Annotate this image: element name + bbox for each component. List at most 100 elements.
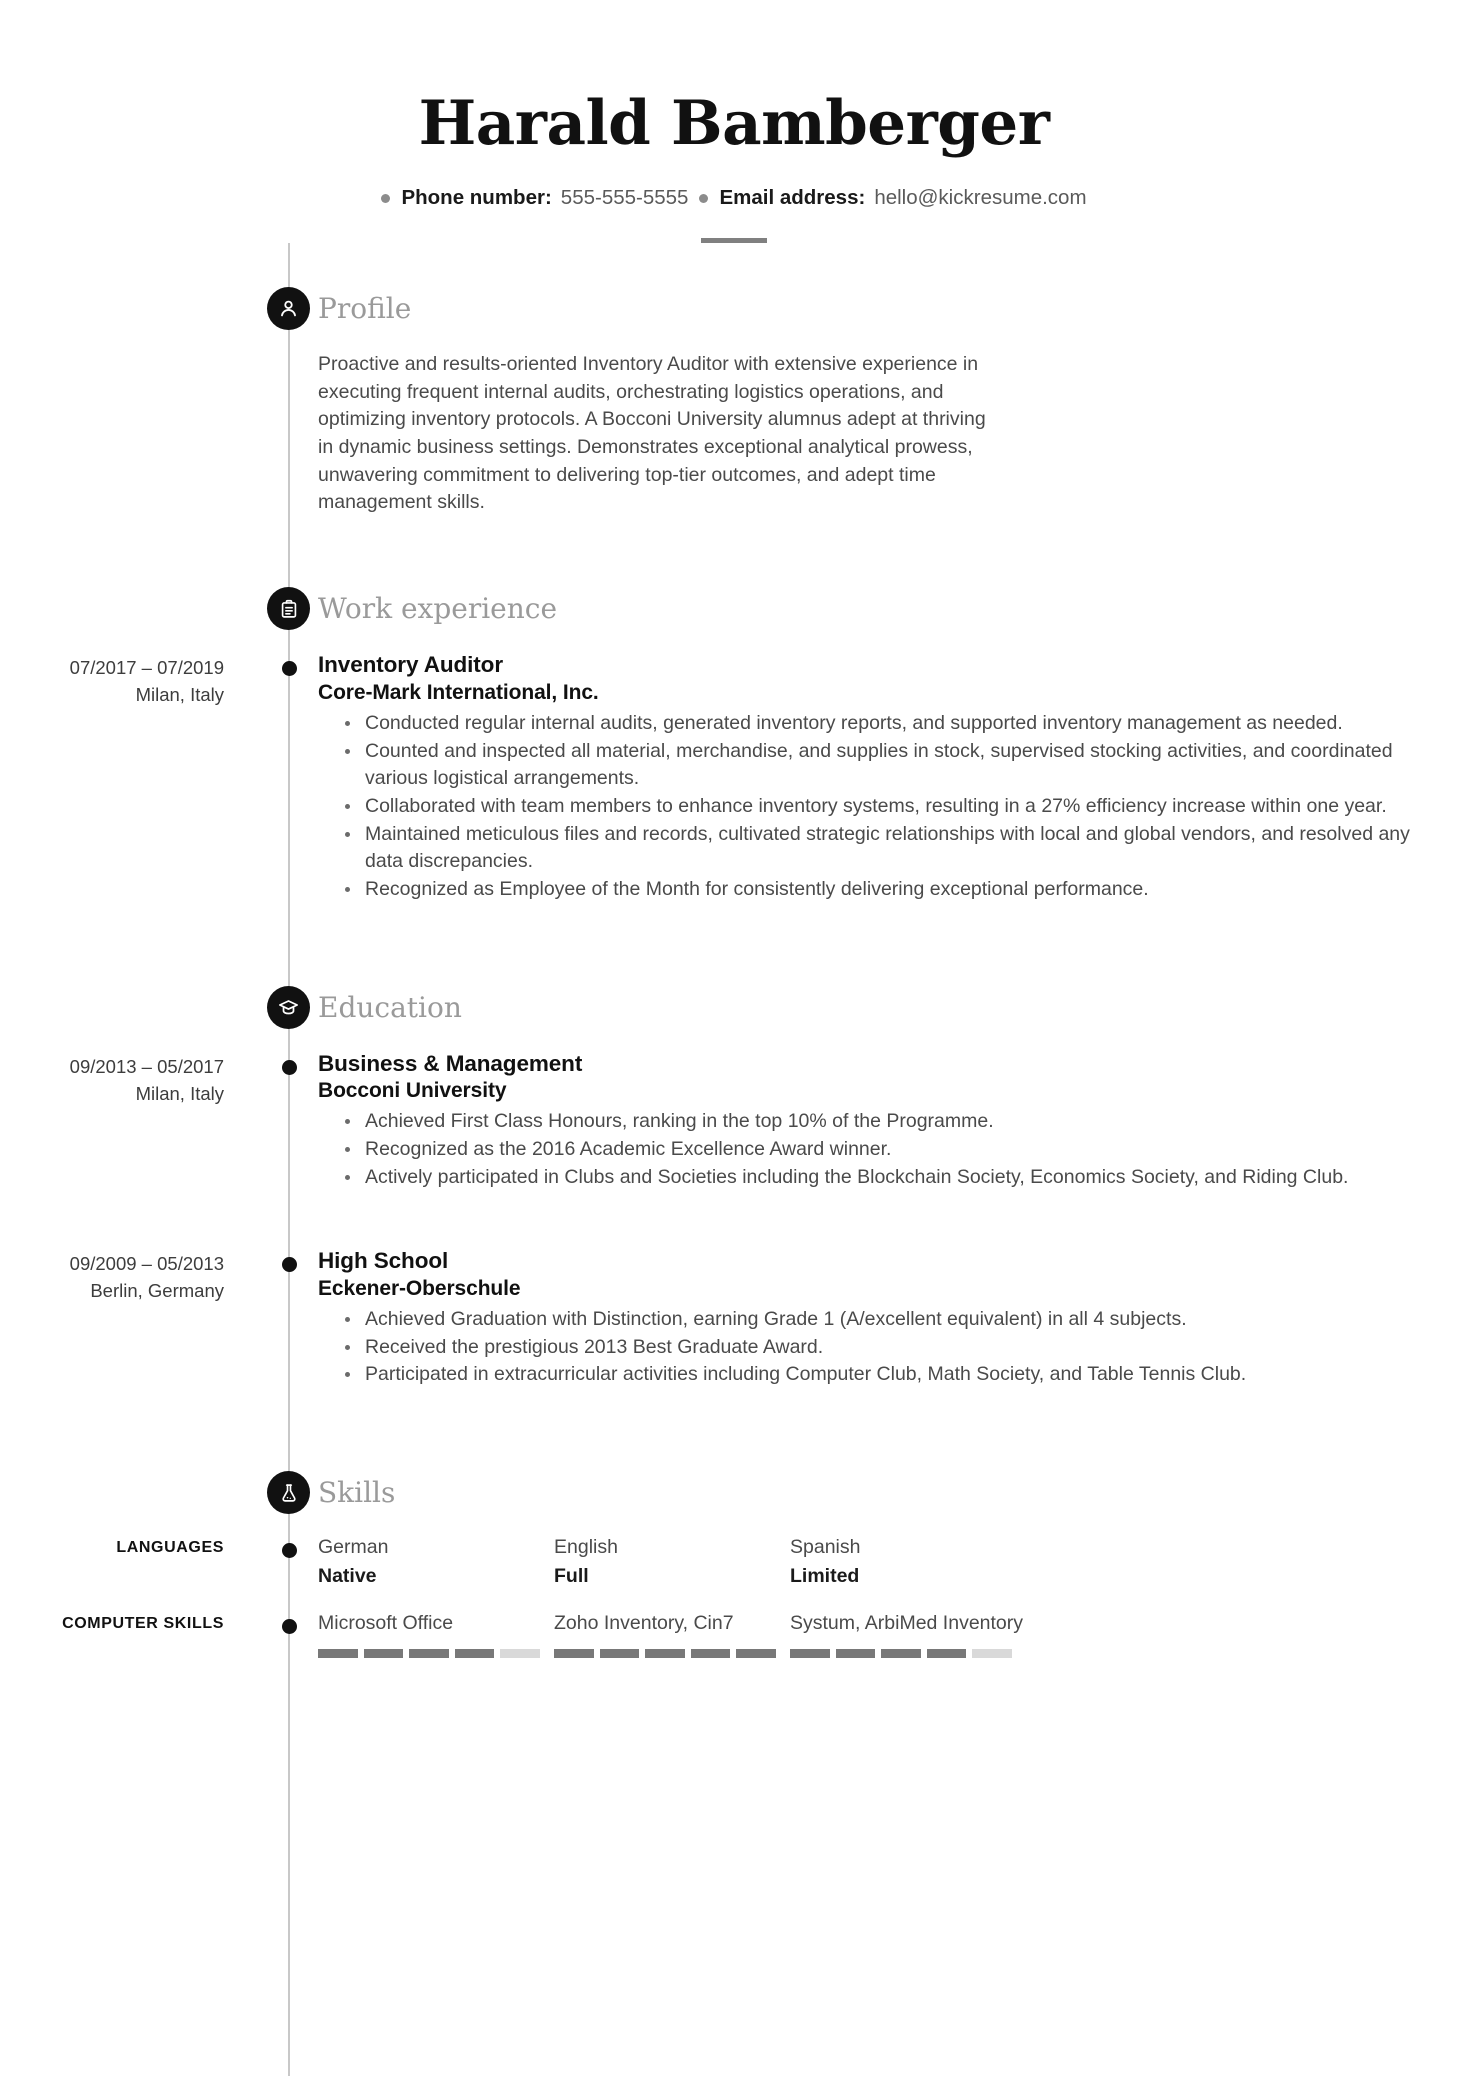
skill-rating-segment bbox=[554, 1649, 594, 1659]
language-name: Spanish bbox=[790, 1536, 861, 1559]
list-item: Received the prestigious 2013 Best Gradu… bbox=[342, 1334, 1436, 1362]
computer-skill-name: Zoho Inventory, Cin7 bbox=[554, 1611, 734, 1634]
work-entry-date: 07/2017 – 07/2019 bbox=[69, 657, 224, 679]
language-level: Native bbox=[318, 1564, 377, 1587]
computer-skill-name: Systum, ArbiMed Inventory bbox=[790, 1611, 1024, 1634]
skill-rating-bar bbox=[790, 1649, 1012, 1659]
skill-rating-segment bbox=[409, 1649, 449, 1659]
phone-label: Phone number: bbox=[401, 186, 552, 210]
work-entry: 07/2017 – 07/2019 Milan, Italy Inventory… bbox=[0, 651, 1468, 904]
skill-rating-segment bbox=[926, 1649, 967, 1659]
language-name: English bbox=[554, 1536, 618, 1559]
education-entry-body: Business & Management Bocconi University… bbox=[260, 1050, 1468, 1192]
resume-header: Harald Bamberger Phone number: 555-555-5… bbox=[0, 0, 1468, 244]
education-entry-location: Milan, Italy bbox=[135, 1082, 224, 1104]
page-title: Harald Bamberger bbox=[418, 88, 1050, 159]
skill-rating-segment bbox=[645, 1649, 685, 1659]
person-icon bbox=[267, 287, 310, 331]
briefcase-icon bbox=[267, 587, 310, 631]
skill-rating-segment bbox=[972, 1649, 1012, 1659]
bullet-separator-icon bbox=[699, 193, 709, 203]
list-item: Recognized as Employee of the Month for … bbox=[342, 876, 1436, 904]
work-entry-bullets: Conducted regular internal audits, gener… bbox=[318, 710, 1436, 904]
languages-row: LANGUAGES German Native English Full Spa… bbox=[0, 1535, 1468, 1589]
work-entry-company: Core-Mark International, Inc. bbox=[318, 680, 599, 704]
skill-rating-segment bbox=[500, 1649, 540, 1659]
section-header-profile: Profile bbox=[0, 287, 1468, 331]
computer-skill-item: Zoho Inventory, Cin7 bbox=[554, 1611, 790, 1659]
section-header-education: Education bbox=[0, 985, 1468, 1030]
languages-columns: German Native English Full Spanish Limit… bbox=[260, 1535, 1468, 1589]
skill-rating-segment bbox=[881, 1649, 921, 1659]
skill-rating-segment bbox=[454, 1649, 495, 1659]
education-entry-meta: 09/2013 – 05/2017 Milan, Italy bbox=[0, 1050, 260, 1192]
bullet-separator-icon bbox=[381, 193, 391, 203]
language-item: English Full bbox=[554, 1535, 790, 1589]
computer-skills-columns: Microsoft Office Zoho Inventory, Cin7 Sy… bbox=[260, 1611, 1468, 1659]
computer-skills-label: COMPUTER SKILLS bbox=[62, 1614, 224, 1632]
list-item: Conducted regular internal audits, gener… bbox=[342, 710, 1436, 738]
skill-rating-segment bbox=[599, 1649, 640, 1659]
list-item: Maintained meticulous files and records,… bbox=[342, 821, 1436, 876]
work-entry-body: Inventory Auditor Core-Mark Internationa… bbox=[260, 651, 1468, 904]
profile-text: Proactive and results-oriented Inventory… bbox=[318, 353, 986, 514]
section-header-work: Work experience bbox=[0, 587, 1468, 631]
section-title-skills: Skills bbox=[318, 1476, 396, 1510]
skill-rating-segment bbox=[835, 1649, 876, 1659]
education-entry-meta: 09/2009 – 05/2013 Berlin, Germany bbox=[0, 1247, 260, 1389]
education-entry-body: High School Eckener-Oberschule Achieved … bbox=[260, 1247, 1468, 1389]
language-level: Limited bbox=[790, 1564, 860, 1587]
list-item: Achieved Graduation with Distinction, ea… bbox=[342, 1306, 1436, 1334]
contact-line: Phone number: 555-555-5555 Email address… bbox=[0, 186, 1468, 210]
skill-rating-segment bbox=[318, 1649, 358, 1659]
skill-rating-bar bbox=[318, 1649, 540, 1659]
language-name: German bbox=[318, 1536, 389, 1559]
education-entry-date: 09/2013 – 05/2017 bbox=[69, 1055, 224, 1077]
education-entry-school: Bocconi University bbox=[318, 1079, 507, 1103]
education-entry: 09/2009 – 05/2013 Berlin, Germany High S… bbox=[0, 1247, 1468, 1389]
list-item: Actively participated in Clubs and Socie… bbox=[342, 1164, 1436, 1192]
email-label: Email address: bbox=[719, 186, 866, 210]
education-entry-school: Eckener-Oberschule bbox=[318, 1276, 521, 1300]
section-work-experience: Work experience 07/2017 – 07/2019 Milan,… bbox=[0, 587, 1468, 904]
language-item: German Native bbox=[318, 1535, 554, 1589]
skill-rating-segment bbox=[790, 1649, 830, 1659]
section-education: Education 09/2013 – 05/2017 Milan, Italy… bbox=[0, 985, 1468, 1390]
computer-skill-item: Systum, ArbiMed Inventory bbox=[790, 1611, 1050, 1659]
resume-content: Profile Proactive and results-oriented I… bbox=[0, 243, 1468, 1659]
language-item: Spanish Limited bbox=[790, 1535, 1050, 1589]
section-title-work: Work experience bbox=[318, 592, 558, 626]
timeline-dot bbox=[282, 1618, 297, 1634]
phone-value[interactable]: 555-555-5555 bbox=[561, 186, 689, 210]
timeline-dot bbox=[282, 1059, 297, 1075]
section-profile: Profile Proactive and results-oriented I… bbox=[0, 287, 1468, 517]
computer-skill-name: Microsoft Office bbox=[318, 1611, 454, 1634]
education-entry-location: Berlin, Germany bbox=[90, 1280, 224, 1302]
education-entry-bullets: Achieved Graduation with Distinction, ea… bbox=[318, 1306, 1436, 1389]
language-level: Full bbox=[554, 1564, 589, 1587]
section-title-profile: Profile bbox=[318, 292, 412, 326]
skill-rating-segment bbox=[690, 1649, 731, 1659]
education-entry-title: Business & Management bbox=[318, 1050, 583, 1076]
skill-rating-bar bbox=[554, 1649, 776, 1659]
languages-label: LANGUAGES bbox=[116, 1539, 224, 1557]
computer-skills-row: COMPUTER SKILLS Microsoft Office Zoho In… bbox=[0, 1611, 1468, 1659]
graduation-cap-icon bbox=[267, 985, 310, 1029]
skill-rating-segment bbox=[736, 1649, 776, 1659]
list-item: Collaborated with team members to enhanc… bbox=[342, 793, 1436, 821]
computer-skill-item: Microsoft Office bbox=[318, 1611, 554, 1659]
work-entry-title: Inventory Auditor bbox=[318, 652, 503, 678]
list-item: Counted and inspected all material, merc… bbox=[342, 738, 1436, 793]
list-item: Participated in extracurricular activiti… bbox=[342, 1361, 1436, 1389]
skill-rating-segment bbox=[363, 1649, 404, 1659]
email-value[interactable]: hello@kickresume.com bbox=[874, 186, 1086, 210]
education-entry-date: 09/2009 – 05/2013 bbox=[69, 1253, 224, 1275]
work-entry-meta: 07/2017 – 07/2019 Milan, Italy bbox=[0, 651, 260, 904]
work-entry-location: Milan, Italy bbox=[135, 684, 224, 706]
flask-icon bbox=[267, 1471, 310, 1515]
list-item: Achieved First Class Honours, ranking in… bbox=[342, 1108, 1436, 1136]
